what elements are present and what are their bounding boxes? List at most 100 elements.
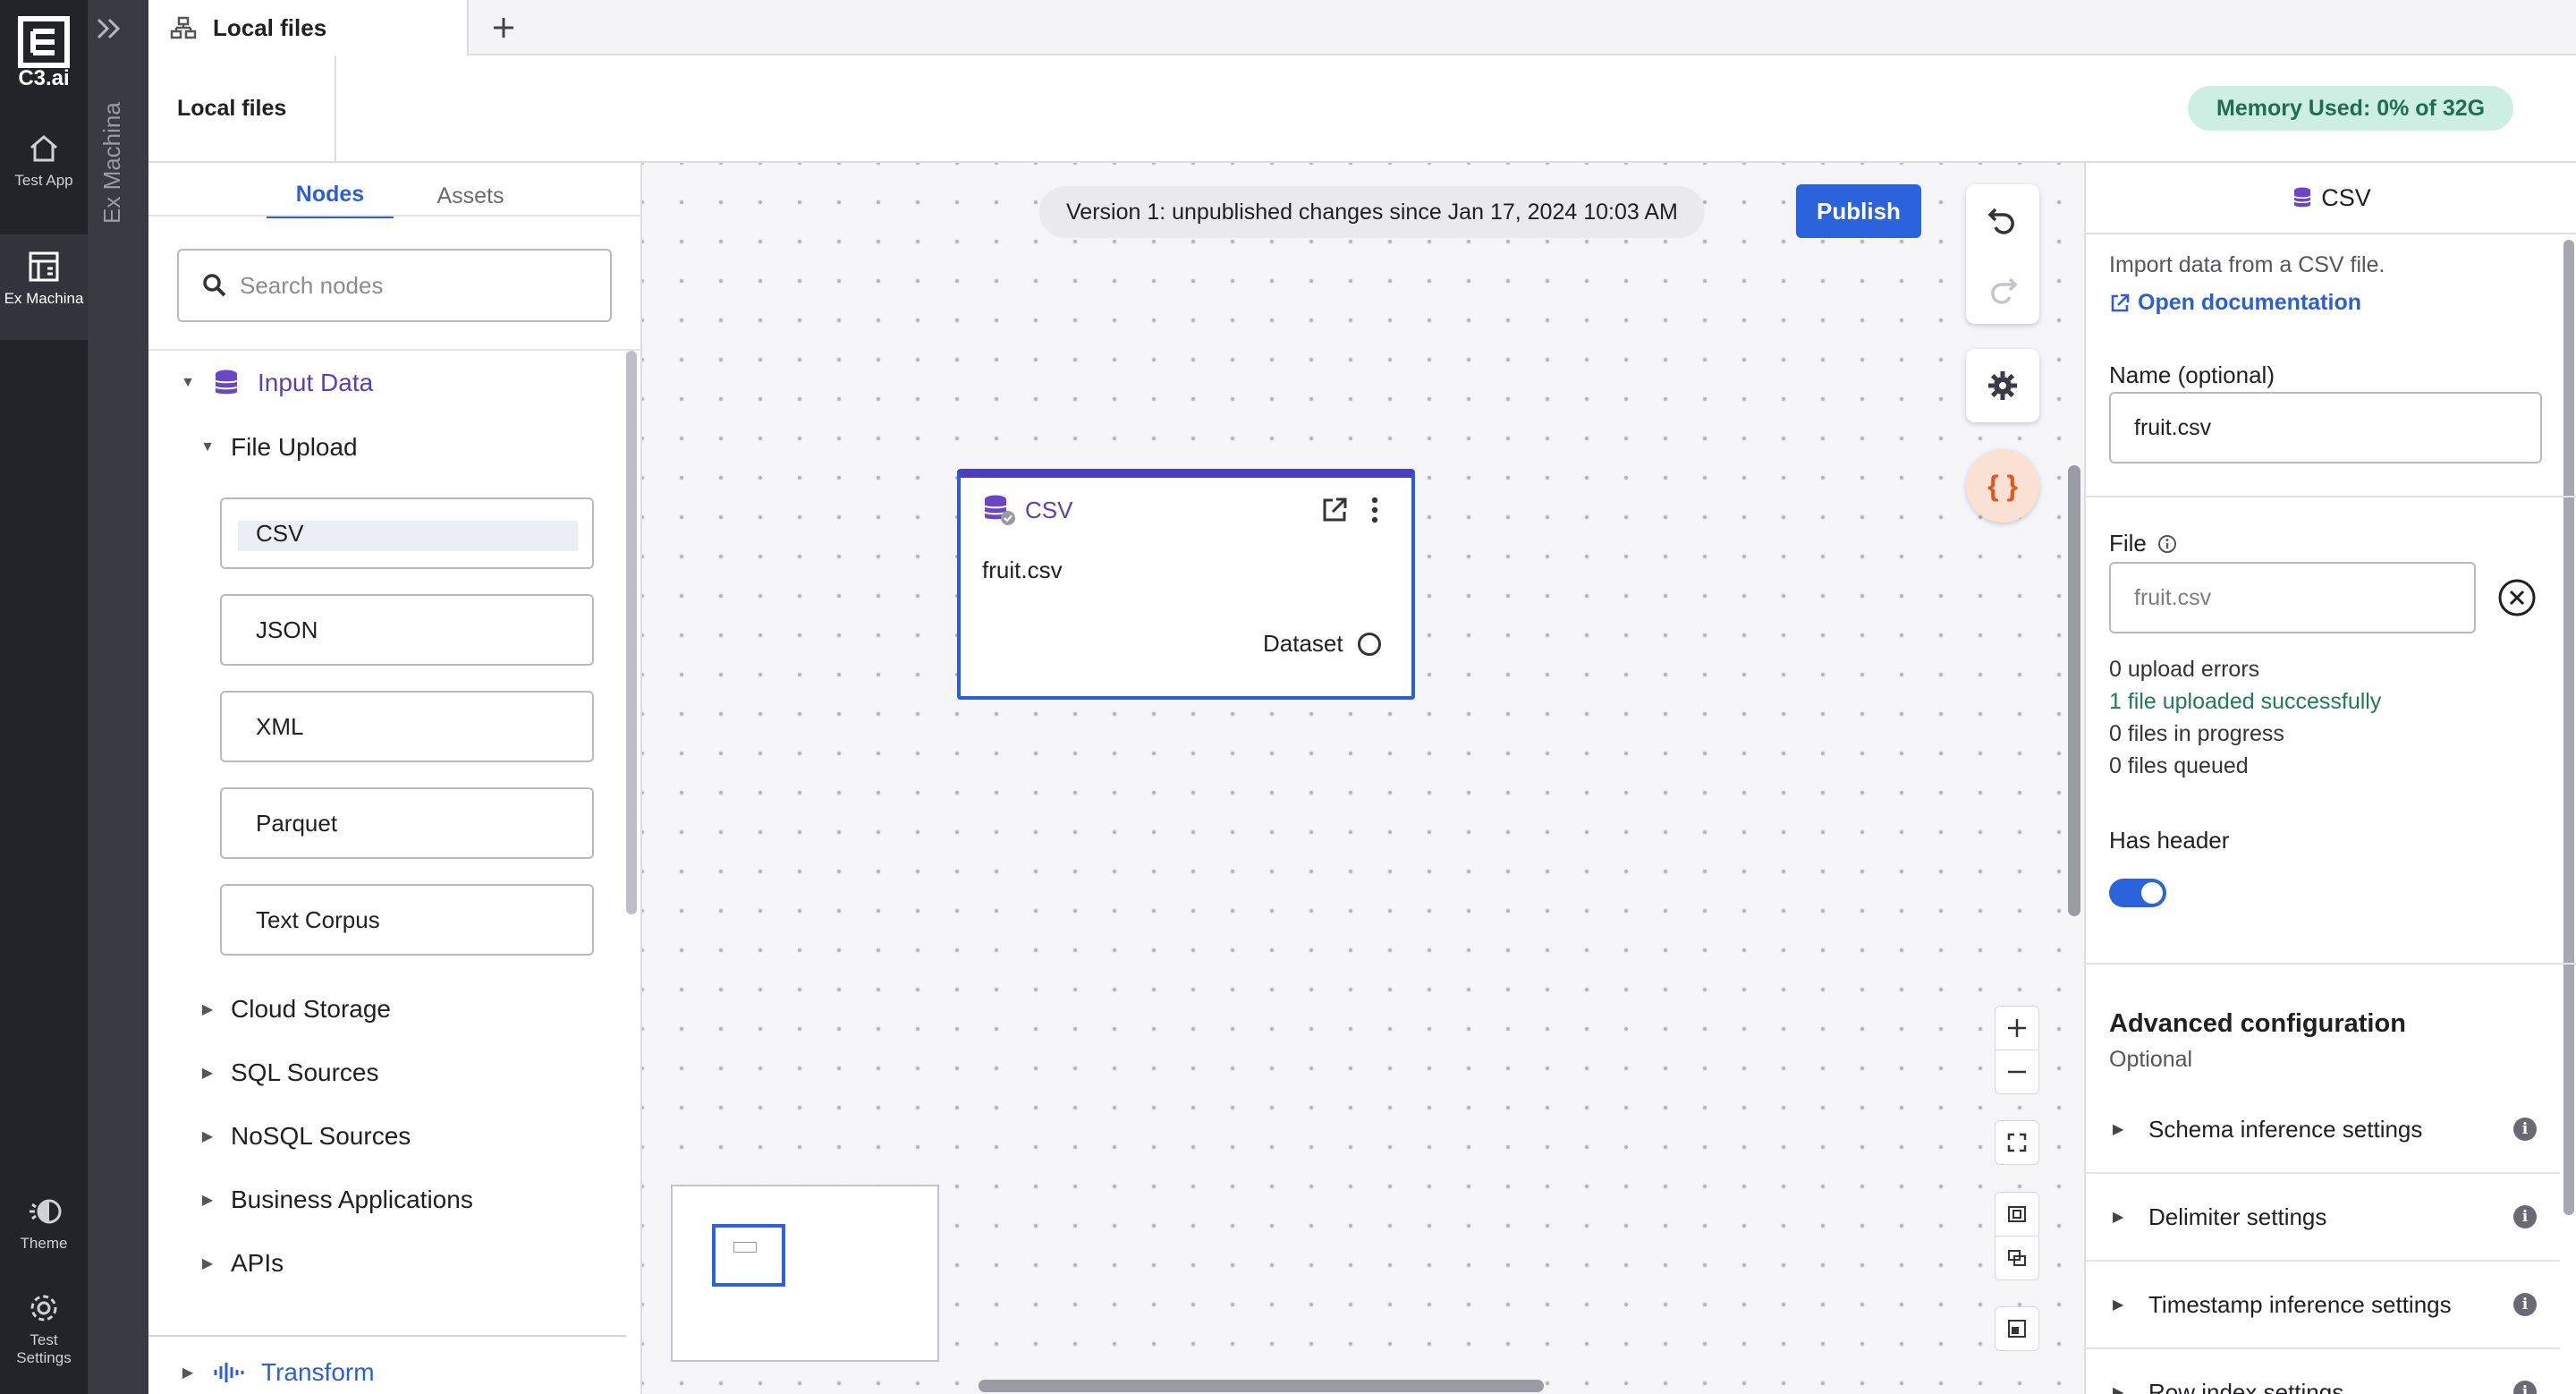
section-divider [2086, 496, 2576, 497]
version-status: Version 1: unpublished changes since Jan… [1039, 186, 1705, 238]
canvas-horizontal-scrollbar[interactable] [979, 1380, 1544, 1392]
palette-node-text-corpus[interactable]: Text Corpus [220, 884, 594, 956]
zoom-out-button[interactable] [1995, 1050, 2039, 1094]
tree-subgroup-file-upload[interactable]: ▼ File Upload [197, 433, 358, 462]
info-outline-icon[interactable] [2157, 534, 2177, 554]
tree-group-label: Transform [261, 1358, 375, 1386]
csv-node-card[interactable]: CSV fruit.csv Dataset [957, 469, 1415, 700]
redo-icon[interactable] [1985, 270, 2021, 306]
code-view-button[interactable]: { } [1966, 449, 2039, 523]
rail-item-test-app[interactable]: Test App [0, 131, 88, 190]
caret-right-icon: ▶ [2113, 1122, 2124, 1137]
tree-group-apis[interactable]: ▶ APIs [197, 1249, 284, 1278]
layout-button[interactable] [1995, 1192, 2039, 1237]
tab-local-files[interactable]: Local files [148, 0, 469, 55]
search-nodes-input[interactable]: Search nodes [177, 249, 612, 322]
info-icon[interactable]: i [2513, 1293, 2537, 1316]
file-field[interactable]: fruit.csv [2109, 562, 2476, 633]
config-scrollbar[interactable] [2563, 240, 2574, 1215]
undo-icon[interactable] [1985, 200, 2021, 236]
zoom-in-button[interactable] [1995, 1006, 2039, 1050]
tab-bar: Local files [148, 0, 2576, 55]
palette-node-csv[interactable]: CSV [220, 497, 594, 569]
page-title: Local files [148, 55, 336, 161]
accordion-schema-inference[interactable]: ▶ Schema inference settings i [2086, 1086, 2560, 1174]
palette-node-label: Text Corpus [256, 905, 380, 933]
expand-chevron-icon[interactable] [93, 14, 132, 47]
tree-group-sql-sources[interactable]: ▶ SQL Sources [197, 1058, 379, 1087]
clear-file-icon[interactable] [2497, 578, 2537, 617]
caret-right-icon: ▶ [2113, 1385, 2124, 1394]
caret-right-icon: ▶ [201, 1129, 214, 1144]
rail-item-label: Ex Machina [4, 290, 84, 307]
palette-scrollbar[interactable] [626, 351, 637, 914]
node-type-label: CSV [1025, 496, 1073, 523]
caret-down-icon: ▼ [181, 375, 195, 390]
caret-right-icon: ▶ [201, 1002, 214, 1017]
accordion-row-index[interactable]: ▶ Row index settings i [2086, 1349, 2560, 1394]
port-circle-icon[interactable] [1357, 632, 1381, 656]
info-icon[interactable]: i [2513, 1118, 2537, 1141]
tree-group-transform[interactable]: ▶ Transform [177, 1358, 375, 1387]
strip-app-label: Ex Machina [98, 102, 125, 224]
more-vertical-icon[interactable] [1368, 496, 1381, 524]
caret-right-icon: ▶ [201, 1256, 214, 1271]
node-output-port[interactable]: Dataset [1263, 630, 1381, 658]
rail-item-test-settings[interactable]: Test Settings [0, 1290, 88, 1367]
settings-button[interactable] [1966, 349, 2039, 422]
info-icon[interactable]: i [2513, 1381, 2537, 1394]
search-icon [203, 274, 226, 297]
history-toolbar [1966, 184, 2039, 324]
collapsed-app-strip[interactable]: Ex Machina [88, 0, 148, 1394]
minimap-toggle-button[interactable] [1995, 1306, 2039, 1351]
brand-name: C3.ai [18, 66, 70, 90]
tree-group-business-applications[interactable]: ▶ Business Applications [197, 1186, 473, 1214]
node-palette: Nodes Assets Search nodes ▼ Input Data ▼… [148, 163, 642, 1394]
tab-assets[interactable]: Assets [408, 174, 533, 218]
file-field-label-row: File [2109, 530, 2177, 557]
workflow-canvas[interactable]: Version 1: unpublished changes since Jan… [642, 163, 2084, 1394]
name-field[interactable]: fruit.csv [2109, 392, 2542, 463]
minimap[interactable] [671, 1185, 939, 1362]
tree-group-input-data[interactable]: ▼ Input Data [177, 369, 373, 397]
advanced-config-subtitle: Optional [2109, 1047, 2193, 1072]
accordion-label: Schema inference settings [2148, 1115, 2423, 1143]
tree-group-cloud-storage[interactable]: ▶ Cloud Storage [197, 995, 391, 1024]
config-description: Import data from a CSV file. [2109, 252, 2385, 277]
caret-right-icon: ▶ [201, 1193, 214, 1208]
ex-machina-icon [26, 249, 62, 285]
node-header: CSV [982, 494, 1072, 526]
minimap-viewport[interactable] [712, 1224, 785, 1287]
accordion-delimiter[interactable]: ▶ Delimiter settings i [2086, 1174, 2560, 1262]
open-external-icon[interactable] [1320, 496, 1349, 524]
palette-node-xml[interactable]: XML [220, 691, 594, 762]
tabs-divider [148, 215, 640, 217]
open-documentation-link[interactable]: Open documentation [2109, 290, 2361, 316]
workflow-icon [170, 16, 197, 39]
fullscreen-icon [2007, 1133, 2027, 1152]
caret-right-icon: ▶ [2113, 1297, 2124, 1313]
has-header-toggle[interactable] [2109, 879, 2166, 907]
caret-right-icon: ▶ [2113, 1210, 2124, 1225]
canvas-vertical-scrollbar[interactable] [2068, 465, 2080, 916]
arrange-button[interactable] [1995, 1236, 2039, 1280]
info-icon[interactable]: i [2513, 1205, 2537, 1228]
fit-view-button[interactable] [1995, 1120, 2039, 1165]
minimap-node [733, 1242, 757, 1253]
gear-icon [26, 1290, 62, 1326]
tab-nodes[interactable]: Nodes [267, 174, 394, 218]
caret-down-icon: ▼ [200, 439, 215, 455]
config-header: CSV [2086, 163, 2576, 234]
add-tab-button[interactable] [485, 9, 522, 47]
publish-button[interactable]: Publish [1796, 184, 1921, 238]
name-field-value: fruit.csv [2134, 414, 2212, 440]
palette-node-parquet[interactable]: Parquet [220, 787, 594, 859]
palette-node-label: JSON [256, 616, 318, 643]
c3-logo[interactable]: C3.ai [0, 16, 88, 90]
tree-group-nosql-sources[interactable]: ▶ NoSQL Sources [197, 1122, 411, 1151]
rail-item-ex-machina[interactable]: Ex Machina [0, 234, 88, 340]
rail-item-theme[interactable]: Theme [0, 1194, 88, 1253]
accordion-timestamp-inference[interactable]: ▶ Timestamp inference settings i [2086, 1262, 2560, 1349]
upload-success: 1 file uploaded successfully [2109, 689, 2382, 714]
palette-node-json[interactable]: JSON [220, 594, 594, 666]
